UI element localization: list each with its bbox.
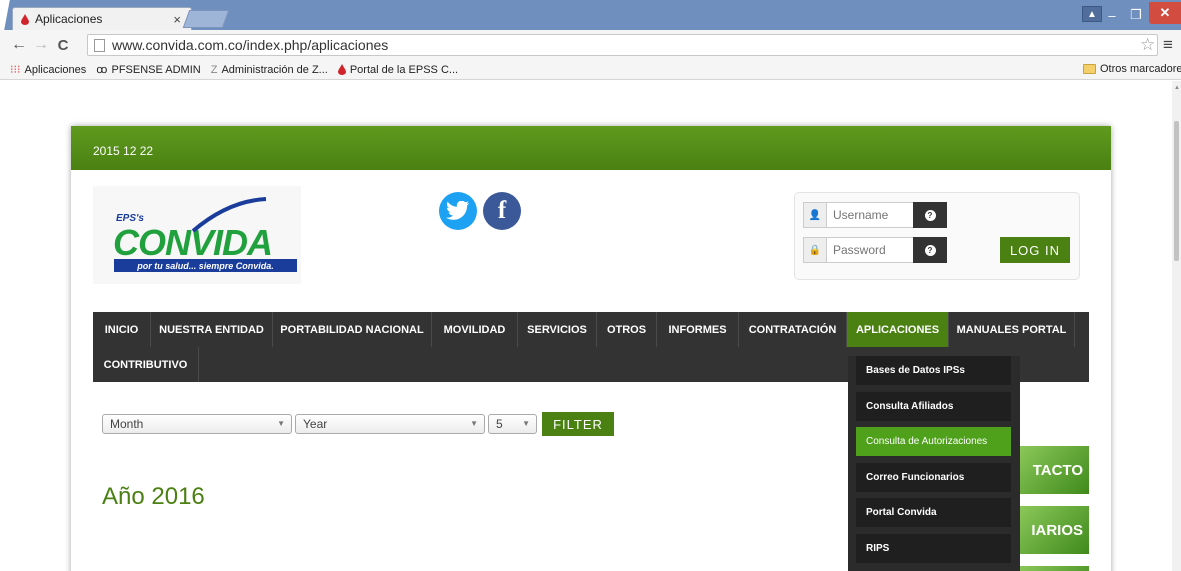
browser-toolbar: ← → C www.convida.com.co/index.php/aplic… (0, 30, 1181, 60)
nav-nuestra-entidad[interactable]: NUESTRA ENTIDAD (151, 312, 273, 347)
bookmarks-bar: ⁝⁝⁝ Aplicaciones ꝏ PFSENSE ADMIN Z Admin… (0, 60, 1181, 80)
scroll-thumb[interactable] (1174, 121, 1179, 261)
username-row: 👤 ? (803, 202, 947, 228)
bookmark-label: PFSENSE ADMIN (111, 63, 201, 76)
dropdown-item-portal-convida[interactable]: Portal Convida (856, 498, 1011, 527)
banner-contacto-text: TACTO (1032, 461, 1083, 479)
username-input[interactable] (827, 202, 913, 228)
site-topbar: 2015 12 22 (71, 126, 1111, 170)
reload-icon[interactable]: C (52, 37, 74, 54)
password-input[interactable] (827, 237, 913, 263)
bookmark-star-icon[interactable]: ☆ (1140, 35, 1155, 55)
site-container: 2015 12 22 EPS's CONVIDA por tu salud...… (71, 126, 1111, 571)
page-icon (94, 38, 105, 52)
dropdown-item-consulta-autorizaciones[interactable]: Consulta de Autorizaciones (856, 427, 1011, 456)
convida-favicon-icon (21, 13, 29, 25)
bookmark-apps[interactable]: ⁝⁝⁝ Aplicaciones (10, 63, 87, 77)
tab-title: Aplicaciones (35, 12, 103, 26)
tab-close-icon[interactable]: × (173, 12, 181, 27)
site-logo[interactable]: EPS's CONVIDA por tu salud... siempre Co… (93, 186, 301, 284)
chevron-down-icon: ▼ (522, 419, 530, 428)
bookmark-other[interactable]: Otros marcadores (1083, 63, 1181, 75)
apps-grid-icon: ⁝⁝⁝ (10, 64, 21, 76)
banner-funcionarios-text: IARIOS (1031, 521, 1083, 539)
restore-icon[interactable]: ❐ (1125, 4, 1147, 26)
convida-favicon-icon (337, 64, 346, 75)
limit-select[interactable]: 5 ▼ (488, 414, 537, 434)
close-window-icon[interactable]: ✕ (1149, 2, 1181, 24)
facebook-icon[interactable]: f (483, 192, 521, 230)
year-heading: Año 2016 (102, 483, 205, 510)
nav-portabilidad-nacional[interactable]: PORTABILIDAD NACIONAL (273, 312, 432, 347)
nav-otros[interactable]: OTROS (597, 312, 657, 347)
bookmark-label: Aplicaciones (24, 63, 87, 76)
chevron-down-icon: ▼ (277, 419, 285, 428)
bookmark-zimbra[interactable]: Z Administración de Z... (211, 64, 328, 76)
folder-icon (1083, 64, 1096, 74)
dropdown-item-consulta-afiliados[interactable]: Consulta Afiliados (856, 392, 1011, 421)
year-select[interactable]: Year ▼ (295, 414, 485, 434)
nav-manuales-portal[interactable]: MANUALES PORTAL (949, 312, 1075, 347)
logo-swoosh-icon (191, 197, 267, 233)
browser-tab[interactable]: Aplicaciones × (12, 7, 192, 30)
month-select-value: Month (110, 417, 144, 431)
zimbra-icon: Z (210, 63, 218, 76)
password-row: 🔒 ? (803, 237, 947, 263)
nav-servicios[interactable]: SERVICIOS (518, 312, 597, 347)
banner-funcionarios[interactable]: IARIOS (1019, 506, 1089, 554)
nav-aplicaciones[interactable]: APLICACIONES (847, 312, 949, 347)
nav-informes[interactable]: INFORMES (657, 312, 739, 347)
page-viewport: 2015 12 22 EPS's CONVIDA por tu salud...… (0, 81, 1181, 571)
dropdown-item-rips[interactable]: RIPS (856, 534, 1011, 563)
bookmark-label: Portal de la EPSS C... (349, 63, 459, 76)
url-text: www.convida.com.co/index.php/aplicacione… (112, 37, 389, 53)
month-select[interactable]: Month ▼ (102, 414, 292, 434)
banner-third[interactable] (1019, 566, 1089, 571)
chevron-down-icon: ▼ (470, 419, 478, 428)
forward-icon[interactable]: → (30, 36, 52, 54)
back-icon[interactable]: ← (8, 36, 30, 54)
site-date: 2015 12 22 (93, 144, 154, 158)
logo-tagline: por tu salud... siempre Convida. (114, 259, 297, 272)
twitter-icon[interactable] (439, 192, 477, 230)
bookmark-pfsense[interactable]: ꝏ PFSENSE ADMIN (96, 63, 201, 77)
user-profile-icon[interactable]: ▲ (1082, 6, 1102, 22)
user-icon: 👤 (803, 202, 827, 228)
lock-icon: 🔒 (803, 237, 827, 263)
dropdown-item-bases-datos[interactable]: Bases de Datos IPSs (856, 356, 1011, 385)
aplicaciones-dropdown: Bases de Datos IPSs Consulta Afiliados C… (848, 356, 1020, 571)
minimize-icon[interactable]: – (1101, 4, 1123, 26)
bookmark-label: Administración de Z... (221, 63, 328, 76)
nav-inicio[interactable]: INICIO (93, 312, 151, 347)
new-tab-button[interactable] (182, 10, 230, 28)
dropdown-item-correo-funcionarios[interactable]: Correo Funcionarios (856, 463, 1011, 492)
pfsense-icon: ꝏ (96, 64, 108, 76)
login-button[interactable]: LOG IN (1000, 237, 1070, 263)
filter-button[interactable]: FILTER (542, 412, 614, 436)
address-bar[interactable]: www.convida.com.co/index.php/aplicacione… (87, 34, 1158, 56)
bookmark-portal[interactable]: Portal de la EPSS C... (337, 63, 459, 76)
scroll-up-icon[interactable]: ▲ (1174, 85, 1180, 91)
nav-contratacion[interactable]: CONTRATACIÓN (739, 312, 847, 347)
menu-icon[interactable]: ≡ (1163, 35, 1173, 55)
banner-contacto[interactable]: TACTO (1019, 446, 1089, 494)
nav-movilidad[interactable]: MOVILIDAD (432, 312, 518, 347)
bookmark-other-label: Otros marcadores (1100, 63, 1181, 75)
password-help-icon[interactable]: ? (913, 237, 947, 263)
limit-select-value: 5 (496, 417, 503, 431)
username-help-icon[interactable]: ? (913, 202, 947, 228)
nav-contributivo[interactable]: CONTRIBUTIVO (93, 347, 199, 382)
year-select-value: Year (303, 417, 328, 431)
login-form: 👤 ? 🔒 ? LOG IN (794, 192, 1080, 280)
